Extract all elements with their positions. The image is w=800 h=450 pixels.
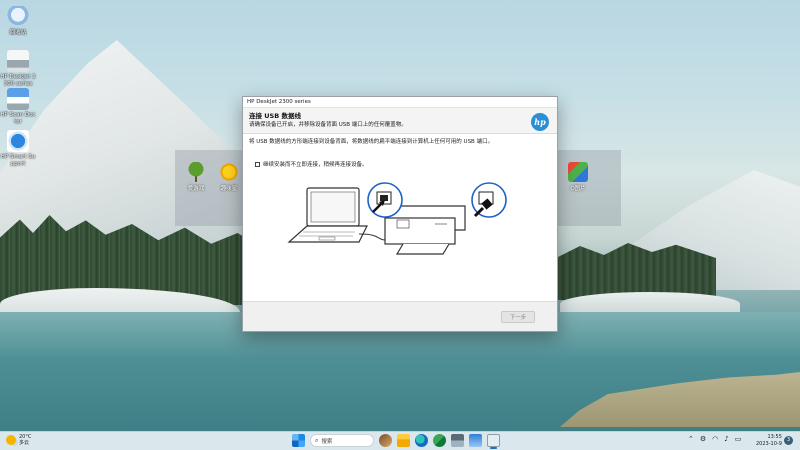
background-app-icon[interactable]: Q图片: [563, 162, 593, 192]
desktop-icon-hp-deskjet[interactable]: HP DeskJet 2300 series: [0, 50, 36, 87]
hp-smart-icon: [7, 130, 29, 152]
system-tray: ⌃ ⚙ ◠ ♪ ▭: [688, 435, 741, 443]
dialog-header: 连接 USB 数据线 请确保设备已开启，并移除设备背面 USB 端口上的任何覆盖…: [243, 108, 557, 134]
search-icon: ⌕: [315, 436, 319, 444]
usb-instruction: 将 USB 数据线的方形端连接到设备背面，将数据线的扁平端连接到计算机上任何可用…: [249, 139, 494, 145]
speaker-icon[interactable]: ♪: [724, 435, 728, 443]
connect-later-label[interactable]: 继续安装而不立即连接，稍候再连接设备。: [263, 160, 368, 168]
desktop-icon-recycle-bin[interactable]: 回收站: [0, 6, 36, 37]
usb-port-zoom-icon: [367, 182, 403, 218]
taskbar-search[interactable]: ⌕ 搜索: [310, 434, 374, 447]
wifi-icon[interactable]: ◠: [712, 435, 718, 443]
background-app-icon[interactable]: 爱游戏: [181, 162, 211, 192]
clock-time: 13:55: [767, 434, 782, 440]
chevron-up-icon[interactable]: ⌃: [688, 435, 694, 443]
star-icon: [219, 162, 239, 182]
dialog-body: 将 USB 数据线的方形端连接到设备背面，将数据线的扁平端连接到计算机上任何可用…: [243, 134, 557, 301]
taskbar-center: ⌕ 搜索: [292, 434, 500, 449]
connect-later-option[interactable]: 继续安装而不立即连接，稍候再连接设备。: [255, 160, 368, 168]
background-app-icon[interactable]: 趣味星: [214, 162, 244, 192]
dialog-subheading: 请确保设备已开启，并移除设备背面 USB 端口上的任何覆盖物。: [249, 122, 407, 128]
printer-icon: [7, 50, 29, 72]
search-label: 搜索: [321, 438, 333, 445]
file-explorer-icon[interactable]: [397, 434, 410, 447]
usb-plug-zoom-icon: [471, 182, 507, 218]
app-icon[interactable]: [451, 434, 464, 447]
usb-connection-illustration: [287, 182, 507, 255]
weather-widget[interactable]: 20°C 多云: [6, 434, 31, 446]
notification-badge[interactable]: 3: [784, 436, 793, 445]
weather-cloudy-icon: [6, 435, 16, 445]
taskbar: 20°C 多云 ⌕ 搜索 ⌃ ⚙ ◠ ♪ ▭ 13:55 2023-10-9 3: [0, 431, 800, 450]
hp-installer-taskbar-icon[interactable]: [487, 434, 500, 449]
dialog-titlebar[interactable]: HP DeskJet 2300 series: [243, 97, 557, 108]
clock[interactable]: 13:55 2023-10-9: [756, 434, 782, 448]
task-view-icon[interactable]: [379, 434, 392, 447]
weather-description: 多云: [19, 440, 30, 446]
dialog-heading: 连接 USB 数据线: [249, 112, 301, 120]
laptop-icon: [287, 187, 368, 243]
hp-setup-dialog: HP DeskJet 2300 series 连接 USB 数据线 请确保设备已…: [242, 96, 558, 332]
battery-icon[interactable]: ▭: [735, 435, 742, 443]
network-icon[interactable]: ⚙: [700, 435, 706, 443]
next-button[interactable]: 下一步: [501, 311, 535, 323]
start-button[interactable]: [292, 434, 305, 447]
desktop-icon-hp-smart[interactable]: HP Smart Support: [0, 130, 36, 167]
printer-icon: [384, 205, 466, 255]
app-icon[interactable]: [469, 434, 482, 447]
tree-icon: [186, 162, 206, 182]
connect-later-checkbox[interactable]: [255, 161, 260, 167]
recycle-bin-icon: [7, 6, 29, 28]
scanner-icon: [7, 88, 29, 110]
hp-logo-icon: hp: [531, 113, 549, 131]
edge-browser-icon[interactable]: [415, 434, 428, 447]
picture-icon: [568, 162, 588, 182]
desktop-icon-hp-scan[interactable]: HP Scan Doctor: [0, 88, 36, 125]
store-icon[interactable]: [433, 434, 446, 447]
clock-date: 2023-10-9: [756, 441, 782, 447]
dialog-footer: 下一步: [243, 301, 557, 331]
